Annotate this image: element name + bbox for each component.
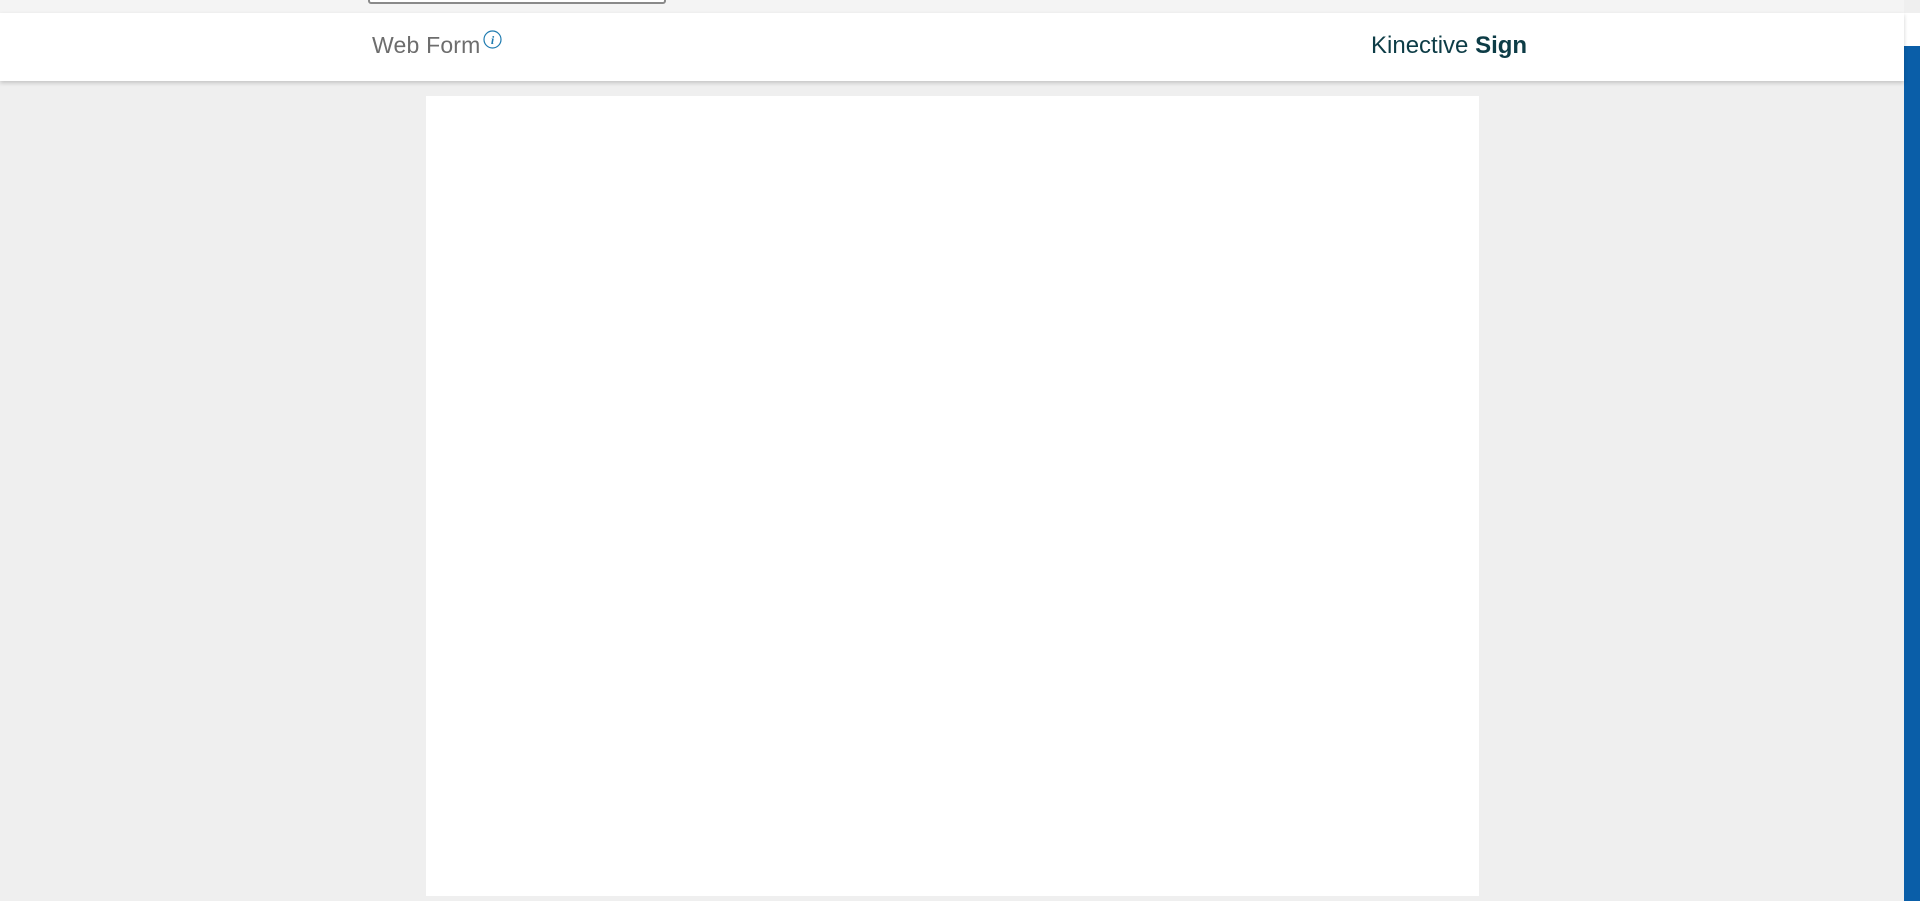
brand-name-light: Kinective bbox=[1371, 32, 1469, 59]
brand-logo: Kinective Sign bbox=[1371, 32, 1527, 60]
top-field-box[interactable] bbox=[368, 0, 666, 4]
document-page bbox=[426, 96, 1479, 896]
top-strip bbox=[0, 0, 1904, 13]
brand-name-bold: Sign bbox=[1475, 32, 1528, 59]
info-icon[interactable]: i bbox=[483, 30, 502, 49]
app-header: Web Form i Kinective Sign bbox=[0, 13, 1904, 81]
page-title: Web Form bbox=[372, 32, 481, 58]
svg-text:i: i bbox=[491, 33, 495, 47]
scrollbar-thumb[interactable] bbox=[1904, 46, 1920, 901]
